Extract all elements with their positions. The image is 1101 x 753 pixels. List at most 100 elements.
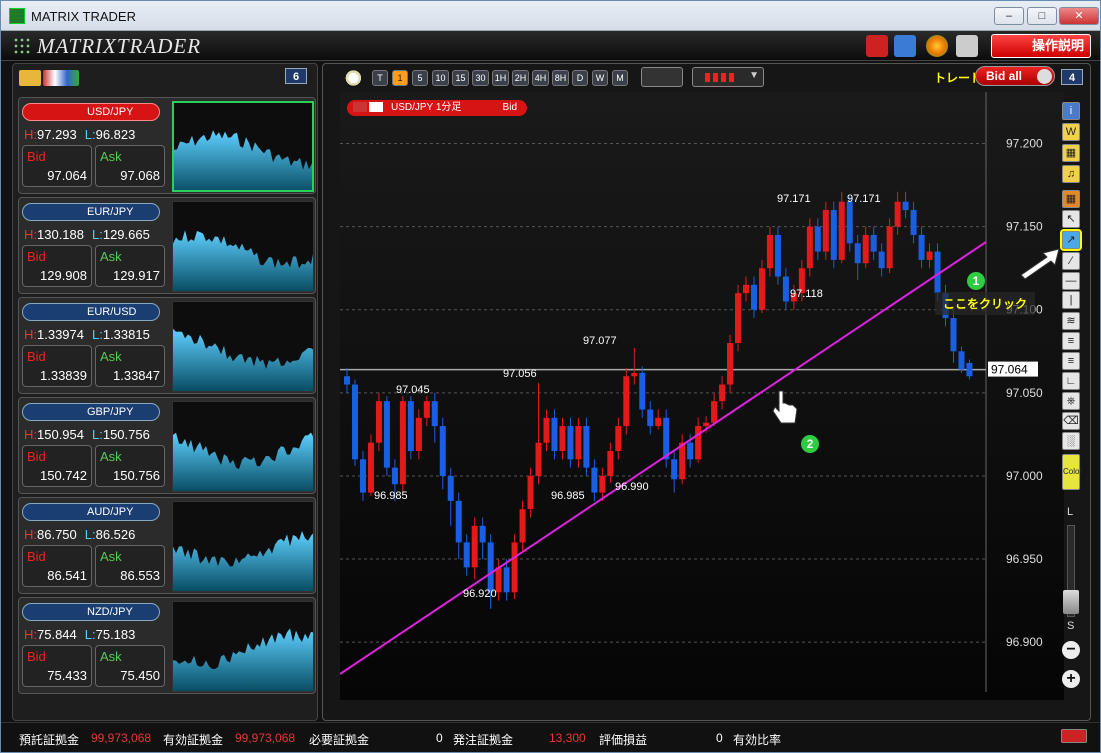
pair-symbol[interactable]: EUR/JPY xyxy=(22,203,160,221)
price-annotation: 96.985 xyxy=(374,490,408,502)
pair-card[interactable]: EUR/USD H:1.33974 L:1.33815 Bid 1.33839 As… xyxy=(18,297,316,394)
app-header: MATRIXTRADER 操作説明 xyxy=(1,31,1100,61)
pair-card[interactable]: AUD/JPY H:86.750 L:86.526 Bid 86.541 Ask 86… xyxy=(18,497,316,594)
candle xyxy=(591,467,598,493)
measure-icon[interactable]: ⎈ xyxy=(1062,392,1080,410)
candle xyxy=(814,226,821,252)
status-bar: 預託証拠金 99,973,068 有効証拠金 99,973,068 必要証拠金 0 発注証拠… xyxy=(1,722,1100,752)
cursor-icon[interactable]: ↖ xyxy=(1062,210,1080,228)
toolbox-icon[interactable] xyxy=(866,35,888,57)
trash-icon[interactable]: ░ xyxy=(1062,432,1080,450)
click-here-callout: ここをクリック xyxy=(935,292,1036,315)
pair-symbol[interactable]: AUD/JPY xyxy=(22,503,160,521)
flags-icon[interactable] xyxy=(43,70,79,86)
candle xyxy=(479,525,486,543)
mini-chart[interactable] xyxy=(172,201,314,292)
mini-chart[interactable] xyxy=(172,601,314,692)
trendline-tool-icon[interactable]: ↗ xyxy=(1060,229,1082,251)
sparkline xyxy=(173,432,313,491)
high-low: H:86.750 L:86.526 xyxy=(24,527,136,542)
help-button[interactable]: 操作説明 xyxy=(991,34,1091,58)
pair-symbol[interactable]: GBP/JPY xyxy=(22,403,160,421)
timeframe-button[interactable]: 1H xyxy=(492,70,509,86)
candle xyxy=(806,226,813,269)
candle-type-select[interactable]: ▼ xyxy=(692,67,764,87)
candlestick-chart[interactable]: 97.20097.15097.10097.05097.00096.95096.9… xyxy=(339,92,1064,717)
channel-icon[interactable]: ≡ xyxy=(1062,352,1080,370)
bid-button[interactable]: Bid 75.433 xyxy=(22,645,92,687)
chart-icon[interactable]: ▦ xyxy=(1062,144,1080,162)
minimize-button[interactable]: – xyxy=(994,7,1024,25)
mini-chart[interactable] xyxy=(172,101,314,192)
candle xyxy=(551,417,558,452)
pair-card[interactable]: USD/JPY H:97.293 L:96.823 Bid 97.064 Ask 97… xyxy=(18,97,316,194)
fibonacci-icon[interactable]: ≡ xyxy=(1062,332,1080,350)
mini-chart[interactable] xyxy=(172,501,314,592)
zoom-in-icon[interactable]: + xyxy=(1062,670,1080,688)
timeframe-button[interactable]: M xyxy=(612,70,628,86)
info-icon[interactable]: i xyxy=(1062,102,1080,120)
collapse-up-icon[interactable] xyxy=(1061,729,1087,743)
print-icon[interactable] xyxy=(956,35,978,57)
folder-icon[interactable] xyxy=(19,70,41,86)
timeframe-button[interactable]: 2H xyxy=(512,70,529,86)
timeframe-button[interactable]: D xyxy=(572,70,588,86)
timeframe-button[interactable]: 5 xyxy=(412,70,428,86)
y-tick-label: 96.950 xyxy=(1006,552,1043,566)
bell-icon[interactable]: ♫ xyxy=(1062,165,1080,183)
horizontal-line-icon[interactable]: — xyxy=(1062,272,1080,290)
pair-card[interactable]: EUR/JPY H:130.188 L:129.665 Bid 129.908 As… xyxy=(18,197,316,294)
mini-chart[interactable] xyxy=(172,401,314,492)
ask-button[interactable]: Ask 150.756 xyxy=(95,445,165,487)
candle xyxy=(862,234,869,264)
timeframe-button[interactable]: 30 xyxy=(472,70,489,86)
chart-plot-area: 97.20097.15097.10097.05097.00096.95096.9… xyxy=(339,92,1064,717)
ask-button[interactable]: Ask 75.450 xyxy=(95,645,165,687)
timeframe-button[interactable]: 1 xyxy=(392,70,408,86)
zoom-slider-handle[interactable] xyxy=(1063,590,1079,614)
vertical-line-icon[interactable]: | xyxy=(1062,291,1080,309)
ask-button[interactable]: Ask 129.917 xyxy=(95,245,165,287)
bid-all-toggle[interactable]: Bid all xyxy=(975,66,1055,86)
bid-button[interactable]: Bid 150.742 xyxy=(22,445,92,487)
timeframe-button[interactable]: 4H xyxy=(532,70,549,86)
timeframe-button[interactable]: T xyxy=(372,70,388,86)
bid-button[interactable]: Bid 1.33839 xyxy=(22,345,92,387)
candle xyxy=(423,401,430,418)
price-annotation: 97.077 xyxy=(583,335,617,347)
save-icon[interactable] xyxy=(894,35,916,57)
pair-symbol[interactable]: EUR/USD xyxy=(22,303,160,321)
fan-icon[interactable]: ≋ xyxy=(1062,312,1080,330)
chart-style-icon[interactable] xyxy=(641,67,683,87)
bid-button[interactable]: Bid 129.908 xyxy=(22,245,92,287)
price-annotation: 97.045 xyxy=(396,384,430,396)
pair-symbol[interactable]: USD/JPY xyxy=(22,103,160,121)
candle xyxy=(758,268,765,310)
arc-icon[interactable]: ∟ xyxy=(1062,372,1080,390)
eraser-icon[interactable]: ⌫ xyxy=(1062,412,1080,430)
w-icon[interactable]: W xyxy=(1062,123,1080,141)
price-annotation: 97.118 xyxy=(790,288,823,300)
mini-chart[interactable] xyxy=(172,301,314,392)
timeframe-button[interactable]: 8H xyxy=(552,70,569,86)
palette-icon[interactable] xyxy=(926,35,948,57)
zoom-out-icon[interactable]: − xyxy=(1062,641,1080,659)
ask-button[interactable]: Ask 97.068 xyxy=(95,145,165,187)
ask-button[interactable]: Ask 86.553 xyxy=(95,545,165,587)
ask-button[interactable]: Ask 1.33847 xyxy=(95,345,165,387)
bid-button[interactable]: Bid 86.541 xyxy=(22,545,92,587)
close-button[interactable]: ✕ xyxy=(1059,7,1099,25)
bid-button[interactable]: Bid 97.064 xyxy=(22,145,92,187)
candle xyxy=(439,426,446,476)
line-icon[interactable]: ∕ xyxy=(1062,252,1080,270)
pair-card[interactable]: NZD/JPY H:75.844 L:75.183 Bid 75.433 Ask 75… xyxy=(18,597,316,694)
maximize-button[interactable]: □ xyxy=(1027,7,1057,25)
timeframe-button[interactable]: 10 xyxy=(432,70,449,86)
color-button[interactable]: Color xyxy=(1062,454,1082,490)
zoom-icon[interactable] xyxy=(339,69,363,87)
timeframe-button[interactable]: 15 xyxy=(452,70,469,86)
pair-symbol[interactable]: NZD/JPY xyxy=(22,603,160,621)
timeframe-button[interactable]: W xyxy=(592,70,608,86)
table-icon[interactable]: ▦ xyxy=(1062,190,1080,208)
pair-card[interactable]: GBP/JPY H:150.954 L:150.756 Bid 150.742 As… xyxy=(18,397,316,494)
